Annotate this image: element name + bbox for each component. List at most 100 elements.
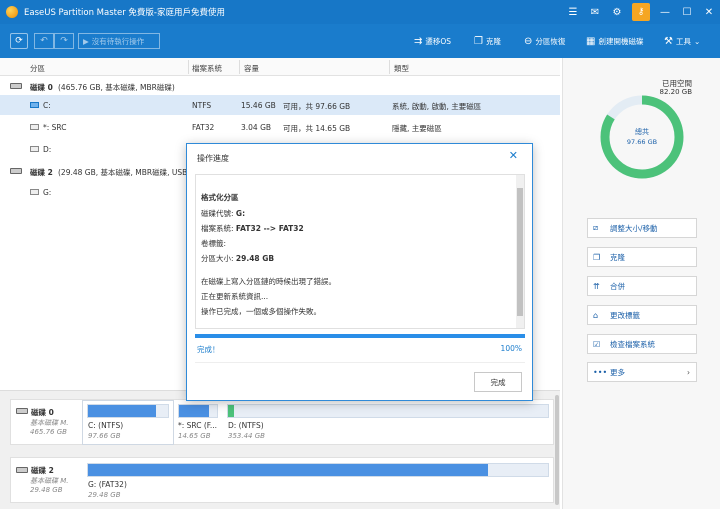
tools-button[interactable]: ⚒ 工具 ⌄	[664, 33, 700, 49]
partition-name: *: SRC	[43, 123, 67, 132]
log-message: 操作已完成，一個或多個操作失敗。	[201, 307, 321, 316]
title-bar: EaseUS Partition Master 免費版-家庭用戶免費使用 ☰ ✉…	[0, 0, 720, 24]
map-partition-size: 29.48 GB	[88, 491, 121, 499]
progress-percent: 100%	[500, 344, 522, 353]
map-partition-size: 97.66 GB	[88, 432, 121, 440]
tag-icon: ⌂	[593, 310, 599, 320]
col-capacity[interactable]: 容量	[244, 63, 259, 74]
redo-button[interactable]: ↷	[54, 33, 74, 49]
log-volume-label: 卷標籤:	[201, 239, 227, 248]
clone-partition-button[interactable]: ❐ 克隆	[587, 247, 697, 267]
disk-label: 磁碟 0	[30, 83, 53, 92]
map-partition-size: 353.44 GB	[228, 432, 265, 440]
partition-recovery-label: 分區恢復	[535, 36, 566, 46]
settings-icon[interactable]: ⚙	[606, 0, 628, 24]
action-label: 檢查檔案系統	[610, 339, 655, 349]
disk-row[interactable]: 磁碟 0 (465.76 GB, 基本磁碟, MBR磁碟)	[0, 77, 560, 95]
log-filesystem: 檔案系統: FAT32 --> FAT32	[201, 224, 304, 233]
check-filesystem-button[interactable]: ☑ 檢查檔案系統	[587, 334, 697, 354]
refresh-button[interactable]: ⟳	[10, 33, 28, 49]
donut-center-label: 總共	[635, 127, 649, 136]
map-partition-label: D: (NTFS)	[228, 421, 264, 430]
map-bar-fill	[228, 405, 235, 417]
check-icon: ☑	[593, 339, 601, 349]
map-bar-fill	[88, 405, 156, 417]
more-button[interactable]: ••• 更多 ›	[587, 362, 697, 382]
log-heading: 格式化分區	[201, 193, 239, 202]
menu-icon[interactable]: ☰	[562, 0, 584, 24]
map-partition-label: G: (FAT32)	[88, 480, 127, 489]
donut-center-value: 97.66 GB	[627, 138, 657, 146]
map-disk-type: 基本磁碟 M.	[30, 419, 69, 427]
partition-capacity: 可用，共 14.65 GB	[283, 124, 351, 133]
disk-icon	[16, 408, 28, 414]
partition-recovery-button[interactable]: ⊖ 分區恢復	[524, 33, 565, 49]
change-label-button[interactable]: ⌂ 更改標籤	[587, 305, 697, 325]
create-bootdisk-button[interactable]: ▦ 創建開機磁碟	[586, 33, 643, 49]
dialog-log: 格式化分區 磁碟代號: G: 檔案系統: FAT32 --> FAT32 卷標籤…	[195, 174, 525, 329]
partition-used: 3.04 GB	[241, 123, 272, 132]
migrate-os-label: 遷移OS	[425, 36, 452, 46]
clone-button[interactable]: ❐ 克隆	[474, 33, 501, 49]
col-partition[interactable]: 分區	[30, 63, 45, 74]
migrate-os-button[interactable]: ⇉ 遷移OS	[414, 33, 451, 49]
execute-label: 沒有待執行操作	[91, 36, 145, 46]
progress-status: 完成！	[197, 345, 220, 354]
close-icon[interactable]: ✕	[698, 0, 720, 24]
create-bootdisk-label: 創建開機磁碟	[598, 36, 644, 46]
undo-button[interactable]: ↶	[34, 33, 54, 49]
col-filesystem[interactable]: 檔案系統	[192, 63, 222, 74]
minimize-icon[interactable]: —	[654, 0, 676, 24]
disk-map: 磁碟 0 基本磁碟 M. 465.76 GB C: (NTFS) 97.66 G…	[0, 390, 560, 509]
migrate-icon: ⇉	[414, 35, 423, 47]
mail-icon[interactable]: ✉	[584, 0, 606, 24]
close-icon[interactable]: ✕	[509, 149, 518, 162]
chevron-right-icon: ›	[687, 367, 690, 377]
map-bar-fill	[179, 405, 210, 417]
partition-row[interactable]: *: SRC FAT32 3.04 GB 可用，共 14.65 GB 隱藏, 主…	[0, 117, 560, 137]
map-partition-label: *: SRC (F...	[178, 421, 218, 430]
partition-name: C:	[43, 101, 51, 110]
action-label: 更改標籤	[610, 310, 640, 320]
recover-icon: ⊖	[524, 35, 533, 47]
partition-row[interactable]: C: NTFS 15.46 GB 可用，共 97.66 GB 系統, 啟動, 啟…	[0, 95, 560, 115]
app-logo-icon	[6, 6, 18, 18]
disk-label: 磁碟 2	[30, 168, 53, 177]
map-bar[interactable]	[227, 404, 549, 418]
execute-button[interactable]: ▶ 沒有待執行操作	[78, 33, 160, 49]
disk-map-scrollbar[interactable]	[555, 395, 559, 505]
done-button[interactable]: 完成	[474, 372, 522, 392]
toolbar: ⟳ ↶ ↷ ▶ 沒有待執行操作 ⇉ 遷移OS ❐ 克隆 ⊖ 分區恢復 ▦ 創建開…	[0, 24, 720, 58]
disk-icon	[10, 83, 22, 89]
partition-used: 15.46 GB	[241, 101, 276, 110]
clone-label: 克隆	[485, 36, 501, 46]
partition-name: D:	[43, 145, 52, 154]
key-icon[interactable]: ⚷	[632, 3, 650, 21]
partition-icon	[30, 189, 39, 195]
log-scrollbar[interactable]	[516, 175, 524, 328]
map-bar	[87, 404, 169, 418]
disk-icon	[16, 467, 28, 473]
merge-button[interactable]: ⇈ 合併	[587, 276, 697, 296]
partition-type: 隱藏, 主要磁區	[392, 124, 442, 133]
play-icon: ▶	[83, 36, 89, 46]
partition-type: 系統, 啟動, 啟動, 主要磁區	[392, 102, 482, 111]
clone-icon: ❐	[474, 35, 483, 47]
map-bar[interactable]	[87, 463, 549, 477]
column-header: 分區 檔案系統 容量 類型	[0, 58, 560, 76]
map-bar[interactable]	[178, 404, 218, 418]
map-partition-size: 14.65 GB	[178, 432, 211, 440]
action-label: 更多	[610, 367, 625, 377]
col-type[interactable]: 類型	[394, 63, 409, 74]
bootdisk-icon: ▦	[586, 35, 596, 47]
windows-partition-icon	[30, 102, 39, 108]
window-title: EaseUS Partition Master 免費版-家庭用戶免費使用	[24, 8, 225, 18]
map-bar-fill	[88, 464, 489, 476]
disk-info: (29.48 GB, 基本磁碟, MBR磁碟, USB)	[58, 168, 191, 177]
partition-fs: NTFS	[192, 101, 212, 110]
resize-move-button[interactable]: ⧄ 調整大小/移動	[587, 218, 697, 238]
log-message: 正在更新系統資訊...	[201, 292, 269, 301]
maximize-icon[interactable]: ☐	[676, 0, 698, 24]
right-panel: 已用空間 82.20 GB 總共 97.66 GB ⧄ 調整大小/移動 ❐ 克隆…	[562, 58, 720, 509]
partition-name: G:	[43, 188, 52, 197]
